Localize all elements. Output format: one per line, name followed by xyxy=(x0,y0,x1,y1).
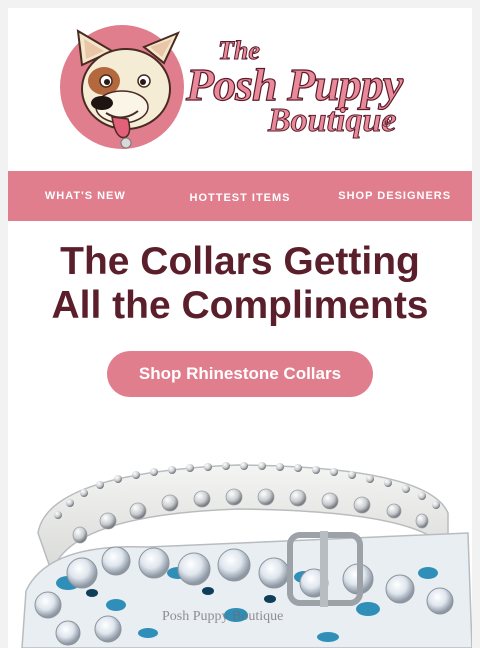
headline-line-1: The Collars Getting xyxy=(60,240,420,283)
logo-wordmark: The Posh Puppy Boutique ® xyxy=(185,36,426,156)
image-watermark: Posh Puppy Boutique xyxy=(162,609,284,624)
shop-rhinestone-collars-button[interactable]: Shop Rhinestone Collars xyxy=(107,351,373,397)
puppy-logo-icon xyxy=(60,25,184,149)
email-body: The Posh Puppy Boutique ® WHAT'S NEW HOT… xyxy=(8,8,472,648)
header-logo[interactable]: The Posh Puppy Boutique ® xyxy=(8,8,472,171)
nav-bar: WHAT'S NEW HOTTEST ITEMS SHOP DESIGNERS xyxy=(8,171,472,221)
nav-hottest-items[interactable]: HOTTEST ITEMS xyxy=(163,188,318,204)
logo-boutique: Boutique xyxy=(267,102,397,140)
nav-whats-new[interactable]: WHAT'S NEW xyxy=(8,190,163,202)
headline-line-2: All the Compliments xyxy=(51,284,429,327)
hero-headline: The Collars Getting All the Compliments xyxy=(8,240,472,328)
collar-product-image[interactable]: Posh Puppy Boutique xyxy=(8,423,472,648)
nav-shop-designers[interactable]: SHOP DESIGNERS xyxy=(317,190,472,202)
registered-mark: ® xyxy=(382,116,391,130)
